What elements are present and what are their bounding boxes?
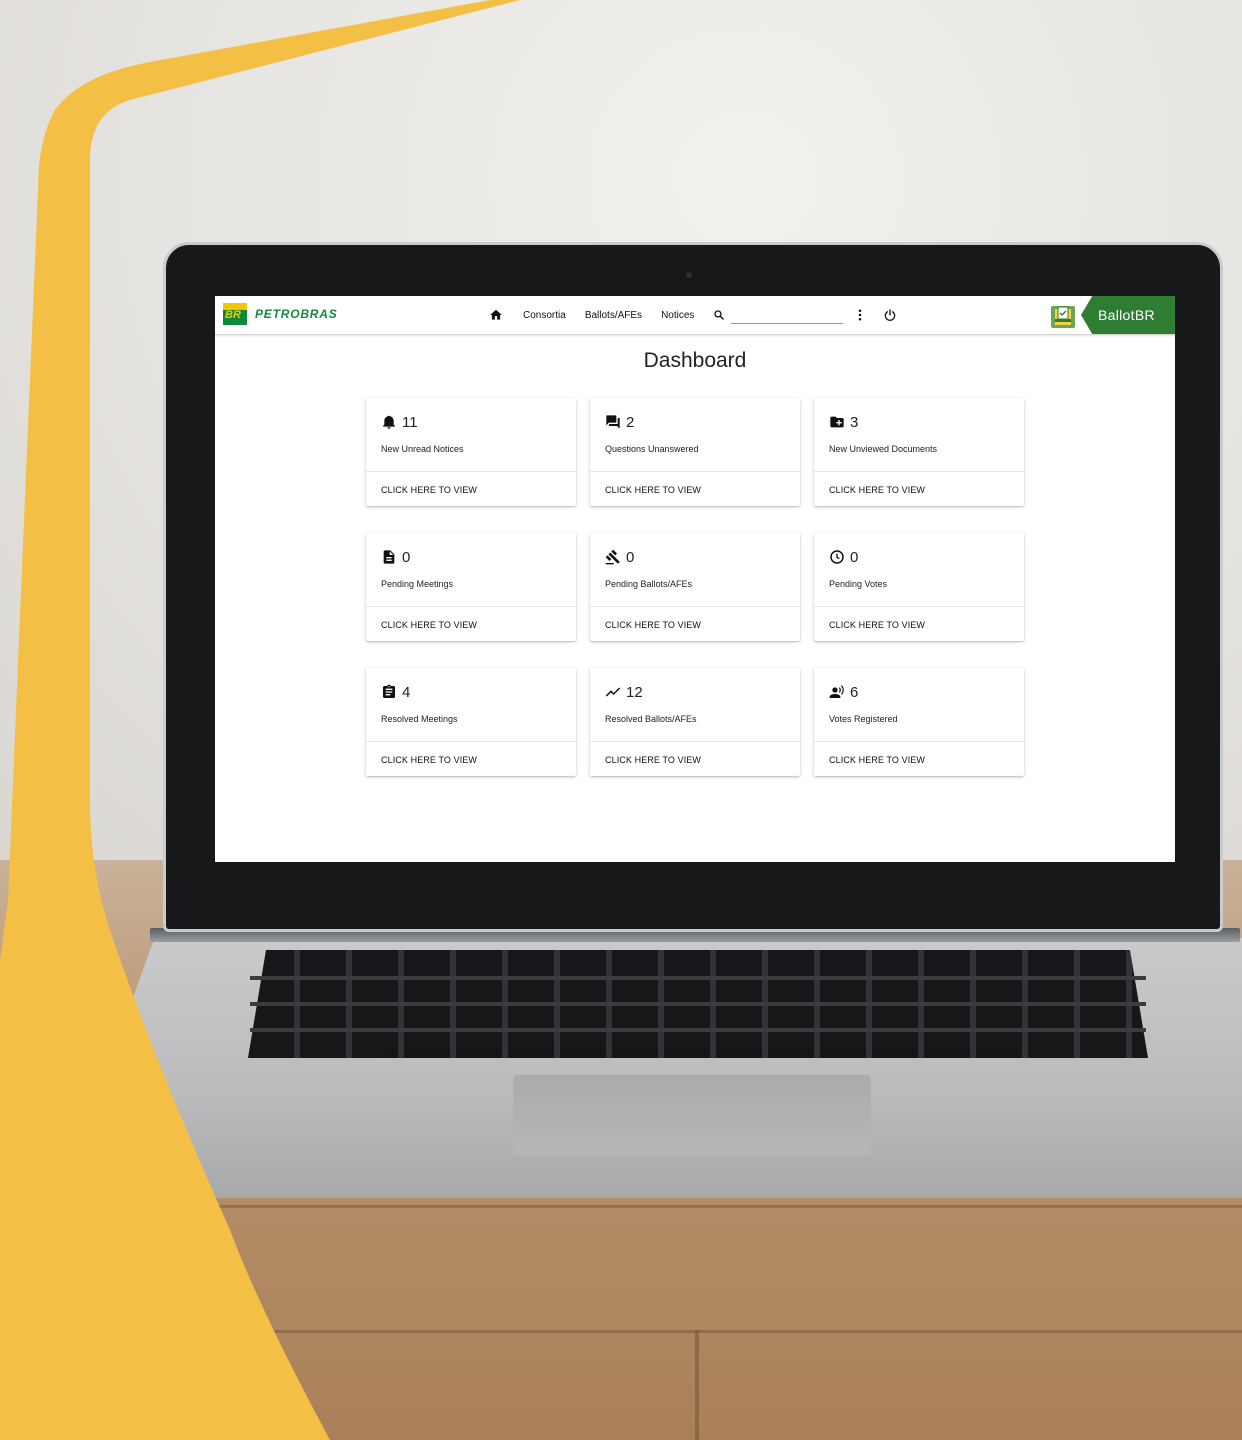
gavel-icon bbox=[605, 549, 620, 565]
card-count: 0 bbox=[850, 549, 859, 566]
card-divider bbox=[590, 741, 800, 742]
keyboard-row-gap bbox=[250, 976, 1146, 980]
view-pending-ballots-link[interactable]: CLICK HERE TO VIEW bbox=[605, 620, 701, 630]
card-count: 12 bbox=[626, 684, 643, 701]
trending-up-icon bbox=[605, 687, 621, 697]
top-navbar: BR PETROBRAS Consortia Ballots/AFEs Noti… bbox=[215, 296, 1175, 335]
card-label: Resolved Meetings bbox=[381, 714, 458, 724]
card-unviewed-documents: 3 New Unviewed Documents CLICK HERE TO V… bbox=[814, 398, 1024, 506]
card-label: New Unread Notices bbox=[381, 444, 464, 454]
desk-drawer-seam bbox=[695, 1330, 699, 1440]
app-name-badge[interactable]: BallotBR bbox=[1081, 296, 1175, 334]
more-options-icon[interactable] bbox=[855, 308, 865, 322]
card-count: 4 bbox=[402, 684, 411, 701]
card-label: Pending Ballots/AFEs bbox=[605, 579, 693, 589]
card-questions-unanswered: 2 Questions Unanswered CLICK HERE TO VIE… bbox=[590, 398, 800, 506]
card-unread-notices: 11 New Unread Notices CLICK HERE TO VIEW bbox=[366, 398, 576, 506]
card-divider bbox=[366, 606, 576, 607]
card-label: Votes Registered bbox=[829, 714, 898, 724]
document-icon bbox=[383, 550, 395, 564]
card-count: 6 bbox=[850, 684, 859, 701]
card-label: Questions Unanswered bbox=[605, 444, 699, 454]
card-count: 0 bbox=[626, 549, 635, 566]
card-count: 2 bbox=[626, 414, 635, 431]
card-label: Pending Meetings bbox=[381, 579, 454, 589]
card-count: 11 bbox=[402, 414, 418, 431]
chat-bubbles-icon bbox=[606, 415, 620, 429]
page-title: Dashboard bbox=[643, 349, 747, 372]
card-resolved-meetings: 4 Resolved Meetings CLICK HERE TO VIEW bbox=[366, 668, 576, 776]
card-count: 0 bbox=[402, 549, 411, 566]
card-divider bbox=[814, 741, 1024, 742]
app-screen: BR PETROBRAS Consortia Ballots/AFEs Noti… bbox=[215, 296, 1175, 862]
view-pending-meetings-link[interactable]: CLICK HERE TO VIEW bbox=[381, 620, 477, 630]
laptop-camera bbox=[686, 272, 692, 278]
card-divider bbox=[590, 471, 800, 472]
card-pending-meetings: 0 Pending Meetings CLICK HERE TO VIEW bbox=[366, 533, 576, 641]
desk-edge bbox=[0, 1205, 1242, 1208]
home-icon[interactable] bbox=[489, 308, 503, 322]
nav-link-notices[interactable]: Notices bbox=[661, 310, 694, 321]
view-resolved-meetings-link[interactable]: CLICK HERE TO VIEW bbox=[381, 755, 477, 765]
view-documents-link[interactable]: CLICK HERE TO VIEW bbox=[829, 485, 925, 495]
keyboard-row-gap bbox=[250, 1028, 1146, 1032]
view-pending-votes-link[interactable]: CLICK HERE TO VIEW bbox=[829, 620, 925, 630]
nav-link-consortia[interactable]: Consortia bbox=[523, 310, 566, 321]
view-votes-registered-link[interactable]: CLICK HERE TO VIEW bbox=[829, 755, 925, 765]
card-label: Pending Votes bbox=[829, 579, 888, 589]
brand-name: PETROBRAS bbox=[255, 307, 338, 321]
desk-drawer-line bbox=[0, 1330, 1242, 1333]
card-divider bbox=[814, 471, 1024, 472]
view-notices-link[interactable]: CLICK HERE TO VIEW bbox=[381, 485, 477, 495]
card-divider bbox=[366, 471, 576, 472]
card-divider bbox=[814, 606, 1024, 607]
view-questions-link[interactable]: CLICK HERE TO VIEW bbox=[605, 485, 701, 495]
card-resolved-ballots: 12 Resolved Ballots/AFEs CLICK HERE TO V… bbox=[590, 668, 800, 776]
br-logo-mark: BR bbox=[223, 303, 247, 325]
folder-plus-icon bbox=[830, 416, 844, 428]
ballot-app-icon bbox=[1051, 306, 1075, 328]
bell-icon bbox=[383, 415, 395, 429]
card-label: New Unviewed Documents bbox=[829, 444, 938, 454]
nav-link-ballots-afes[interactable]: Ballots/AFEs bbox=[585, 310, 642, 321]
laptop-trackpad bbox=[513, 1075, 871, 1155]
card-divider bbox=[590, 606, 800, 607]
search-input[interactable] bbox=[731, 306, 844, 324]
card-votes-registered: 6 Votes Registered CLICK HERE TO VIEW bbox=[814, 668, 1024, 776]
record-voice-icon bbox=[829, 685, 844, 698]
clipboard-icon bbox=[383, 684, 395, 698]
nav-menu: Consortia Ballots/AFEs Notices bbox=[489, 296, 897, 334]
petrobras-logo[interactable]: BR PETROBRAS bbox=[223, 302, 338, 326]
card-pending-ballots: 0 Pending Ballots/AFEs CLICK HERE TO VIE… bbox=[590, 533, 800, 641]
keyboard-row-gap bbox=[250, 1002, 1146, 1006]
card-label: Resolved Ballots/AFEs bbox=[605, 714, 697, 724]
logo-mark-text: BR bbox=[225, 309, 241, 321]
app-name: BallotBR bbox=[1098, 307, 1155, 323]
power-icon[interactable] bbox=[883, 308, 897, 322]
card-count: 3 bbox=[850, 414, 859, 431]
search-icon[interactable] bbox=[713, 309, 725, 321]
view-resolved-ballots-link[interactable]: CLICK HERE TO VIEW bbox=[605, 755, 701, 765]
card-pending-votes: 0 Pending Votes CLICK HERE TO VIEW bbox=[814, 533, 1024, 641]
card-divider bbox=[366, 741, 576, 742]
clock-icon bbox=[830, 550, 844, 564]
